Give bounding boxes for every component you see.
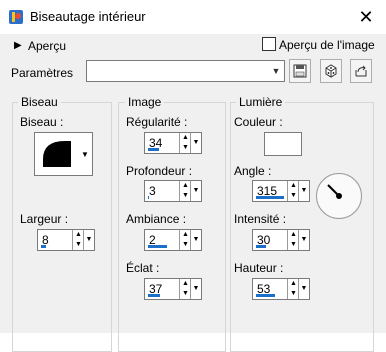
chevron-down-icon[interactable]: ▼ [270,63,282,79]
shininess-dropdown-icon[interactable]: ▼ [190,279,201,299]
light-group-title: Lumière [236,95,286,109]
bevel-group-title: Biseau [18,95,61,109]
dice-icon [325,64,337,78]
depth-level-bar [148,196,149,199]
width-dropdown-icon[interactable]: ▼ [83,230,94,250]
save-preset-button[interactable] [289,59,311,83]
save-icon [293,64,307,78]
preview-image-label[interactable]: Aperçu de l'image [279,38,375,52]
close-button[interactable]: ✕ [346,0,386,34]
random-button[interactable] [320,59,342,83]
depth-label: Profondeur : [126,164,193,178]
height-level-bar [256,294,275,297]
color-label: Couleur : [234,115,283,129]
intensity-label: Intensité : [234,212,287,226]
app-icon [9,10,23,24]
reset-icon [355,65,367,77]
angle-label: Angle : [234,164,272,178]
image-group-title: Image [125,95,165,109]
height-label: Hauteur : [234,261,284,275]
smoothness-label: Régularité : [126,115,188,129]
ambience-level-bar [148,245,167,248]
width-spinner[interactable]: 8 ▲ ▼ ▼ [37,229,95,251]
preview-image-checkbox[interactable] [262,37,276,51]
angle-dial-needle [327,184,342,199]
bevel-dropdown-button[interactable]: ▼ [78,132,93,176]
title-bar: Biseautage intérieur ✕ [0,0,386,34]
window-title: Biseautage intérieur [30,9,146,24]
presets-label: Paramètres [11,66,74,80]
angle-spinner[interactable]: 315 ▲ ▼ ▼ [252,180,310,202]
apercu-toggle[interactable]: Aperçu [28,39,66,53]
reset-button[interactable] [350,59,372,83]
intensity-dropdown-icon[interactable]: ▼ [298,230,309,250]
bevel-shape-icon [43,141,71,167]
smoothness-level-bar [148,148,159,151]
smoothness-dropdown-icon[interactable]: ▼ [190,133,201,153]
close-icon: ✕ [358,6,374,27]
expand-arrow-icon[interactable]: ▶ [14,40,22,51]
light-group [230,102,374,352]
bevel-shape-preview[interactable] [34,132,80,176]
presets-dropdown[interactable]: ▼ [86,60,285,82]
dialog-content: ▶ Aperçu Aperçu de l'image Paramètres ▼ … [0,34,386,352]
shininess-spinner[interactable]: 37 ▲ ▼ ▼ [144,278,202,300]
ambience-dropdown-icon[interactable]: ▼ [190,230,201,250]
width-label: Largeur : [20,212,69,226]
intensity-spinner[interactable]: 30 ▲ ▼ ▼ [252,229,310,251]
width-level-bar [41,245,46,248]
depth-spinner[interactable]: 3 ▲ ▼ ▼ [144,180,202,202]
depth-value[interactable]: 3 [149,184,156,198]
angle-dial[interactable] [316,173,362,219]
height-dropdown-icon[interactable]: ▼ [298,279,309,299]
intensity-level-bar [256,245,266,248]
height-spinner[interactable]: 53 ▲ ▼ ▼ [252,278,310,300]
angle-dropdown-icon[interactable]: ▼ [298,181,309,201]
depth-dropdown-icon[interactable]: ▼ [190,181,201,201]
shininess-level-bar [148,294,160,297]
bevel-label: Biseau : [20,115,64,129]
angle-level-bar [256,196,284,199]
ambience-label: Ambiance : [126,212,187,226]
shininess-label: Éclat : [126,261,160,275]
ambience-spinner[interactable]: 2 ▲ ▼ ▼ [144,229,202,251]
light-color-swatch[interactable] [264,132,302,156]
smoothness-spinner[interactable]: 34 ▲ ▼ ▼ [144,132,202,154]
